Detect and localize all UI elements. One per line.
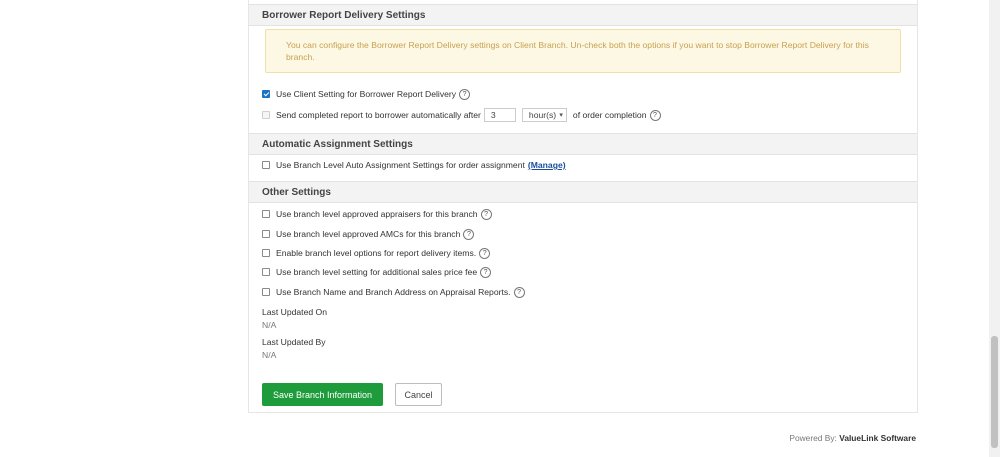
send-report-row: Send completed report to borrower automa… bbox=[262, 107, 661, 123]
brand-name: ValueLink Software bbox=[839, 433, 916, 443]
branch-settings-panel: Borrower Report Delivery Settings You ca… bbox=[248, 0, 918, 413]
borrower-section-title: Borrower Report Delivery Settings bbox=[249, 4, 917, 26]
send-report-label-suffix: of order completion bbox=[572, 110, 647, 120]
option-label: Enable branch level options for report d… bbox=[276, 248, 477, 258]
report-delivery-items-checkbox[interactable] bbox=[262, 249, 270, 257]
footer: Powered By: ValueLink Software bbox=[789, 433, 916, 443]
auto-assign-section-title: Automatic Assignment Settings bbox=[249, 133, 917, 155]
last-updated-by-value: N/A bbox=[262, 350, 277, 360]
powered-by-label: Powered By: bbox=[789, 433, 837, 443]
last-updated-on-value: N/A bbox=[262, 320, 277, 330]
last-updated-on-label: Last Updated On bbox=[262, 307, 327, 317]
send-report-label-prefix: Send completed report to borrower automa… bbox=[276, 110, 481, 120]
scrollbar-thumb[interactable] bbox=[991, 336, 998, 448]
option-label: Use branch level setting for additional … bbox=[276, 267, 478, 277]
save-branch-button[interactable]: Save Branch Information bbox=[262, 383, 383, 406]
send-report-checkbox[interactable] bbox=[262, 111, 270, 119]
other-option-row: Enable branch level options for report d… bbox=[262, 245, 491, 261]
help-icon[interactable]: ? bbox=[513, 286, 525, 298]
option-label: Use branch level approved AMCs for this … bbox=[276, 229, 461, 239]
page-scrollbar[interactable] bbox=[989, 0, 1000, 457]
send-report-unit-value: hour(s) bbox=[528, 110, 557, 120]
use-client-setting-checkbox[interactable] bbox=[262, 90, 270, 98]
other-section-title: Other Settings bbox=[249, 181, 917, 203]
approved-appraisers-checkbox[interactable] bbox=[262, 210, 270, 218]
other-option-row: Use branch level setting for additional … bbox=[262, 264, 492, 280]
send-report-hours-input[interactable]: 3 bbox=[483, 108, 516, 122]
help-icon[interactable]: ? bbox=[649, 109, 661, 121]
sales-price-fee-checkbox[interactable] bbox=[262, 268, 270, 276]
borrower-delivery-notice: You can configure the Borrower Report De… bbox=[265, 29, 901, 73]
other-option-row: Use branch level approved AMCs for this … bbox=[262, 226, 475, 242]
other-option-row: Use branch level approved appraisers for… bbox=[262, 206, 492, 222]
branch-name-address-checkbox[interactable] bbox=[262, 288, 270, 296]
option-label: Use branch level approved appraisers for… bbox=[276, 209, 478, 219]
help-icon[interactable]: ? bbox=[459, 88, 471, 100]
last-updated-by-label: Last Updated By bbox=[262, 337, 326, 347]
option-label: Use Branch Name and Branch Address on Ap… bbox=[276, 287, 511, 297]
use-client-setting-label: Use Client Setting for Borrower Report D… bbox=[276, 89, 457, 99]
chevron-down-icon: ▾ bbox=[559, 112, 563, 119]
use-client-setting-row: Use Client Setting for Borrower Report D… bbox=[262, 86, 471, 102]
branch-auto-assign-label: Use Branch Level Auto Assignment Setting… bbox=[276, 160, 525, 170]
other-option-row: Use Branch Name and Branch Address on Ap… bbox=[262, 284, 525, 300]
manage-link[interactable]: (Manage) bbox=[528, 160, 566, 170]
help-icon[interactable]: ? bbox=[479, 247, 491, 259]
branch-auto-assign-row: Use Branch Level Auto Assignment Setting… bbox=[262, 157, 566, 173]
send-report-unit-select[interactable]: hour(s) ▾ bbox=[521, 108, 567, 122]
help-icon[interactable]: ? bbox=[480, 208, 492, 220]
approved-amcs-checkbox[interactable] bbox=[262, 230, 270, 238]
help-icon[interactable]: ? bbox=[463, 228, 475, 240]
cancel-button[interactable]: Cancel bbox=[395, 383, 442, 406]
help-icon[interactable]: ? bbox=[480, 266, 492, 278]
branch-auto-assign-checkbox[interactable] bbox=[262, 161, 270, 169]
